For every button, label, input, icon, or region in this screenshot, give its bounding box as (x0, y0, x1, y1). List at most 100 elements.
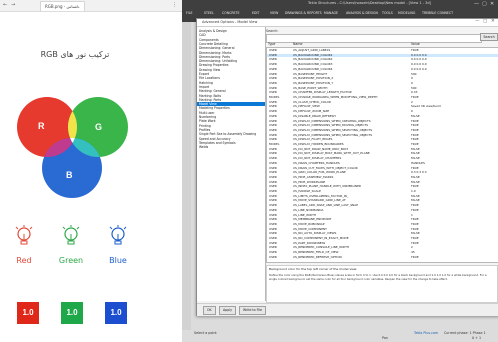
table-row[interactable]: USER XS_NO_COMPONENT_IN_EXACT_MODE TRUE (267, 237, 498, 241)
table-row[interactable]: USER XS_ADJUST_GRID_LABELS TRUE (267, 49, 498, 53)
column-header-type[interactable]: Type (268, 42, 275, 46)
menu-item-tools[interactable]: TOOLS (382, 11, 393, 15)
table-row[interactable]: USER XS_MOVE_ROBOSNAP TRUE (267, 223, 498, 227)
cell-value[interactable]: TRUE (411, 209, 497, 213)
cell-value[interactable]: TRUE (411, 185, 497, 189)
cell-value[interactable]: 0.33 (411, 91, 497, 95)
table-row[interactable]: USER XS_DISPLAY_DIMENSIONS_WHEN_CREATING_… (267, 120, 498, 124)
table-row[interactable]: USER XS_DO_NOT_DISPLAY_BOLT_MARK_WITH_OUT… (267, 152, 498, 156)
cell-value[interactable]: 0.0 0.0 0.0 (411, 58, 497, 62)
minimize-button[interactable]: — (474, 1, 479, 7)
menu-item-steel[interactable]: STEEL (204, 11, 214, 15)
table-row[interactable]: USER XS_GRID_COLOR_FOR_WORK_PLANE 0.3 0.3 … (267, 171, 498, 175)
table-row[interactable]: USER XS_RENDERED_REFRESH_OPTION TRUE (267, 256, 498, 260)
cell-value[interactable]: TRUE (411, 129, 497, 133)
apply-button[interactable]: Apply (219, 306, 236, 315)
cell-value[interactable]: FALSE (411, 232, 497, 236)
cell-value[interactable]: 0.0 0.0 0.0 (411, 63, 497, 67)
cell-value[interactable]: TRUE (411, 223, 497, 227)
cell-value[interactable]: 500 (411, 73, 497, 77)
cell-value[interactable]: 1 (411, 214, 497, 218)
table-row[interactable]: USER XS_DISPLAY_DIMENSIONS_WHEN_SELECTING… (267, 129, 498, 133)
cell-value[interactable]: TRUE (411, 134, 497, 138)
cell-value[interactable]: TRUE (411, 138, 497, 142)
cell-value[interactable]: FALSE (411, 199, 497, 203)
cell-value[interactable]: TRUE (411, 120, 497, 124)
menu-item-manage[interactable]: MANAGE (324, 11, 338, 15)
table-row[interactable]: USER XS_BASEPOINT_POSITION_X 0 (267, 77, 498, 81)
tekla-plus-link[interactable]: Tekla Plus.com (414, 331, 438, 335)
table-row[interactable]: USER XS_LINE_NORMANDA TRUE (267, 209, 498, 213)
table-row[interactable]: USER XS_MOVE_STANDARD_GRID_LINE_AT FALSE (267, 199, 498, 203)
cell-value[interactable]: 0 (411, 110, 497, 114)
cell-value[interactable]: 500 (411, 87, 497, 91)
cell-value[interactable]: TRUE (411, 49, 497, 53)
cell-value[interactable]: TRUE (411, 228, 497, 232)
table-row[interactable]: USER XS_DRAW_CHAMFERS_HANDLES HANDLES (267, 162, 498, 166)
table-row[interactable]: USER XS_MOVE_COMPONENT TRUE (267, 228, 498, 232)
cell-value[interactable]: FALSE (411, 115, 497, 119)
menu-item-analysis-design[interactable]: ANALYSIS & DESIGN (346, 11, 378, 15)
column-header-name[interactable]: Name (293, 42, 302, 46)
table-row[interactable]: USER XS_DO_NOT_DRAW_NAME_ONLY_BOLT FALSE (267, 148, 498, 152)
table-row[interactable]: USER XS_DISPLAY_DIMENSIONS_WHEN_SELECTING… (267, 134, 498, 138)
cell-value[interactable]: TRUE (411, 96, 497, 100)
cell-value[interactable]: 45 (411, 251, 497, 255)
menu-item-edit[interactable]: EDIT (252, 11, 259, 15)
search-button[interactable]: Search (480, 33, 498, 41)
table-row[interactable]: USER XS_PART_ROUNDNESS TRUE (267, 242, 498, 246)
table-row[interactable]: USER XS_LIMITS_OVERLAPPING_FACTOR_IN_ FALS… (267, 195, 498, 199)
cell-value[interactable]: TRUE (411, 204, 497, 208)
menu-item-modeling[interactable]: MODELING (398, 11, 415, 15)
cell-value[interactable]: FALSE (411, 195, 497, 199)
write-to-file-button[interactable]: Write to File (239, 306, 266, 315)
table-row[interactable]: USER XS_HIDE_ASSEMBLY_MARKS FALSE (267, 176, 498, 180)
menu-item-file[interactable]: FILE (186, 11, 193, 15)
table-row[interactable]: USER XS_DEFAULT_ZOOM_SIZE 0 (267, 110, 498, 114)
menu-item-concrete[interactable]: CONCRETE (222, 11, 240, 15)
table-row[interactable]: USER XS_MEMBRANE_ENDPOINT TRUE (267, 218, 498, 222)
cell-value[interactable]: 0 (411, 77, 497, 81)
maximize-button[interactable]: ▢ (482, 1, 487, 7)
table-row[interactable]: USER XS_CLASH_CHECK_COLOR 2 (267, 101, 498, 105)
menu-item-drawings-reports[interactable]: DRAWINGS & REPORTS (285, 11, 322, 15)
dialog-minimize-button[interactable]: — (475, 19, 480, 24)
cell-value[interactable]: FALSE (411, 148, 497, 152)
table-row[interactable]: USER XS_LINE_WIDTH 1 (267, 214, 498, 218)
table-row[interactable]: USER XS_DO_NOT_DISPLAY_CHAMFERS FALSE (267, 157, 498, 161)
table-row[interactable]: USER XS_DISPLAY_DIMENSIONS_WHEN_MOVING_OB… (267, 124, 498, 128)
menu-item-view[interactable]: VIEW (270, 11, 278, 15)
ok-button[interactable]: OK (203, 306, 216, 315)
table-row[interactable]: USER XS_BASEPOINT_HEIGHT 500 (267, 73, 498, 77)
table-row[interactable]: USER XS_BASEPOINT_POSITION_Y 0 (267, 82, 498, 86)
table-row[interactable]: USER XS_DRAW_CUT_FACES_WITH_OBJECT_COLOR T… (267, 167, 498, 171)
table-row[interactable]: USER XS_HIDE_WORKPLANE FALSE (267, 181, 498, 185)
cell-value[interactable]: FALSE (411, 181, 497, 185)
table-row[interactable]: USER XS_HANDLE_SCALE 1.0 (267, 190, 498, 194)
table-row[interactable]: USER XS_RENDERED_CONSOLE_LINE_WIDTH 2 (267, 246, 498, 250)
cell-value[interactable]: Saved 3D view/build (411, 105, 497, 109)
cell-value[interactable]: TRUE (411, 256, 497, 260)
table-row[interactable]: USER XS_BACKGROUND_COLOR3 0.0 0.0 0.0 (267, 63, 498, 67)
table-row[interactable]: USER XS_INDEX_PLANE_HANDLE_WITH_UNDERLINE… (267, 185, 498, 189)
table-row[interactable]: MODEL XS_CHANGE_WORKAREA_WHEN_MODIFYING_V… (267, 96, 498, 100)
dialog-maximize-button[interactable]: ▢ (483, 19, 487, 24)
cell-value[interactable]: 0.0 0.0 0.0 (411, 68, 497, 72)
cell-value[interactable]: 0.3 0.3 0.3 (411, 171, 497, 175)
cell-value[interactable]: TRUE (411, 167, 497, 171)
cell-value[interactable]: 0 (411, 82, 497, 86)
cell-value[interactable]: HANDLES (411, 162, 497, 166)
table-row[interactable]: USER XS_RENDERED_FIELD_OF_VIEW 45 (267, 251, 498, 255)
cell-value[interactable]: 2 (411, 101, 497, 105)
table-row[interactable]: USER XS_BACKGROUND_COLOR2 0.0 0.0 0.0 (267, 58, 498, 62)
close-button[interactable]: ✕ (490, 1, 494, 7)
cell-value[interactable]: 2 (411, 246, 497, 250)
table-row[interactable]: USER XS_CHAMFER_DISPLAY_LENGTH_FACTOR 0.33 (267, 91, 498, 95)
table-row[interactable]: USER XS_DISPLAY_FILLET_EDGES TRUE (267, 138, 498, 142)
menu-item-trebble-connect[interactable]: TREBBLE CONNECT (422, 11, 453, 15)
cell-value[interactable]: 0.0 0.0 0.0 (411, 54, 497, 58)
table-row[interactable]: USER XS_BASE_POINT_WIDTH 500 (267, 87, 498, 91)
category-item[interactable]: Welds (199, 145, 208, 149)
table-row[interactable]: USER XS_DEFAULT_VIEW Saved 3D view/build (267, 105, 498, 109)
table-row[interactable]: USER XS_BACKGROUND_COLOR1 0.0 0.0 0.0 (267, 53, 498, 58)
